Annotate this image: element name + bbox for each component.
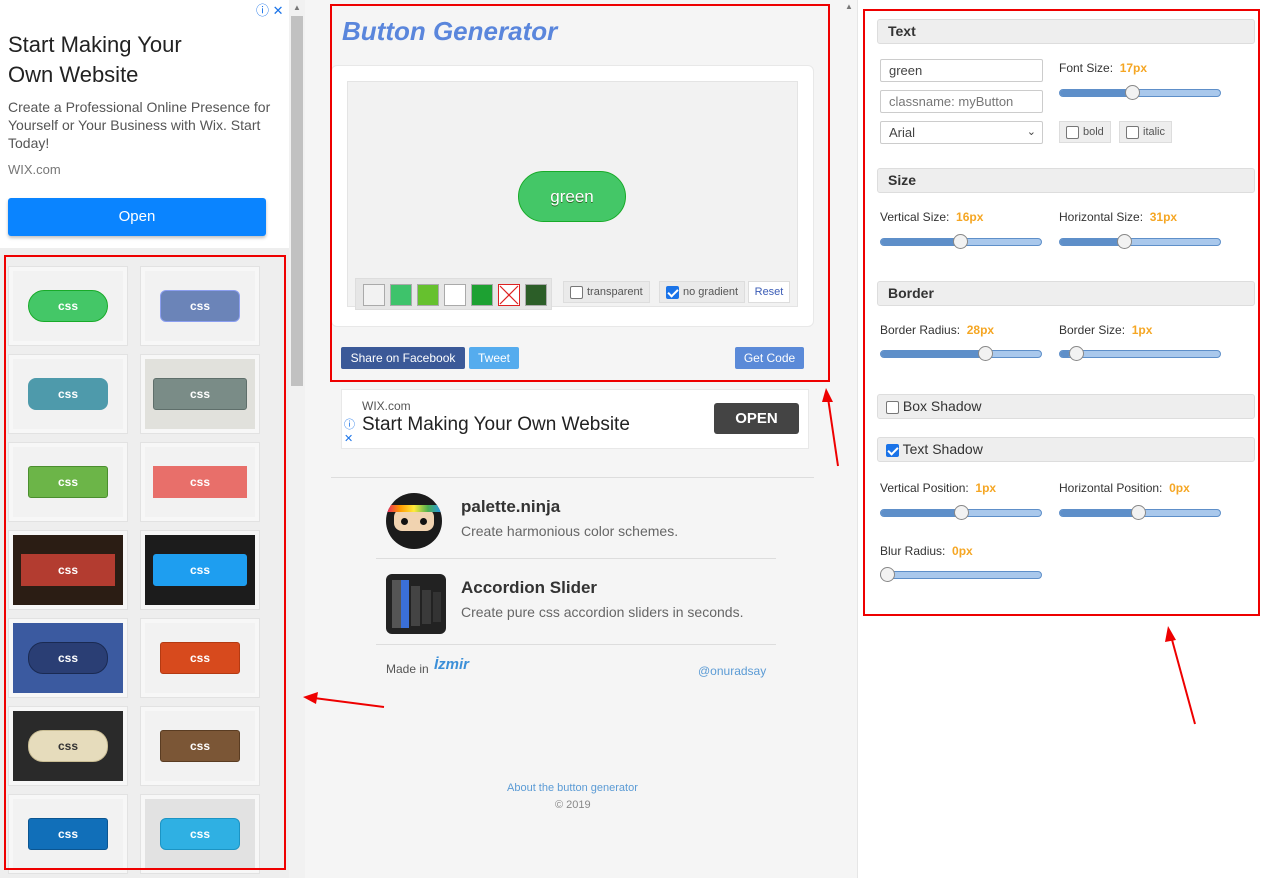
arrowhead-icon (1165, 626, 1176, 642)
arrow-to-preview (827, 397, 839, 467)
arrowhead-icon (303, 692, 318, 704)
arrow-to-gallery (313, 697, 385, 708)
arrow-to-settings (1170, 635, 1196, 725)
annotation-arrows (303, 388, 1196, 725)
arrowhead-icon (822, 388, 833, 402)
